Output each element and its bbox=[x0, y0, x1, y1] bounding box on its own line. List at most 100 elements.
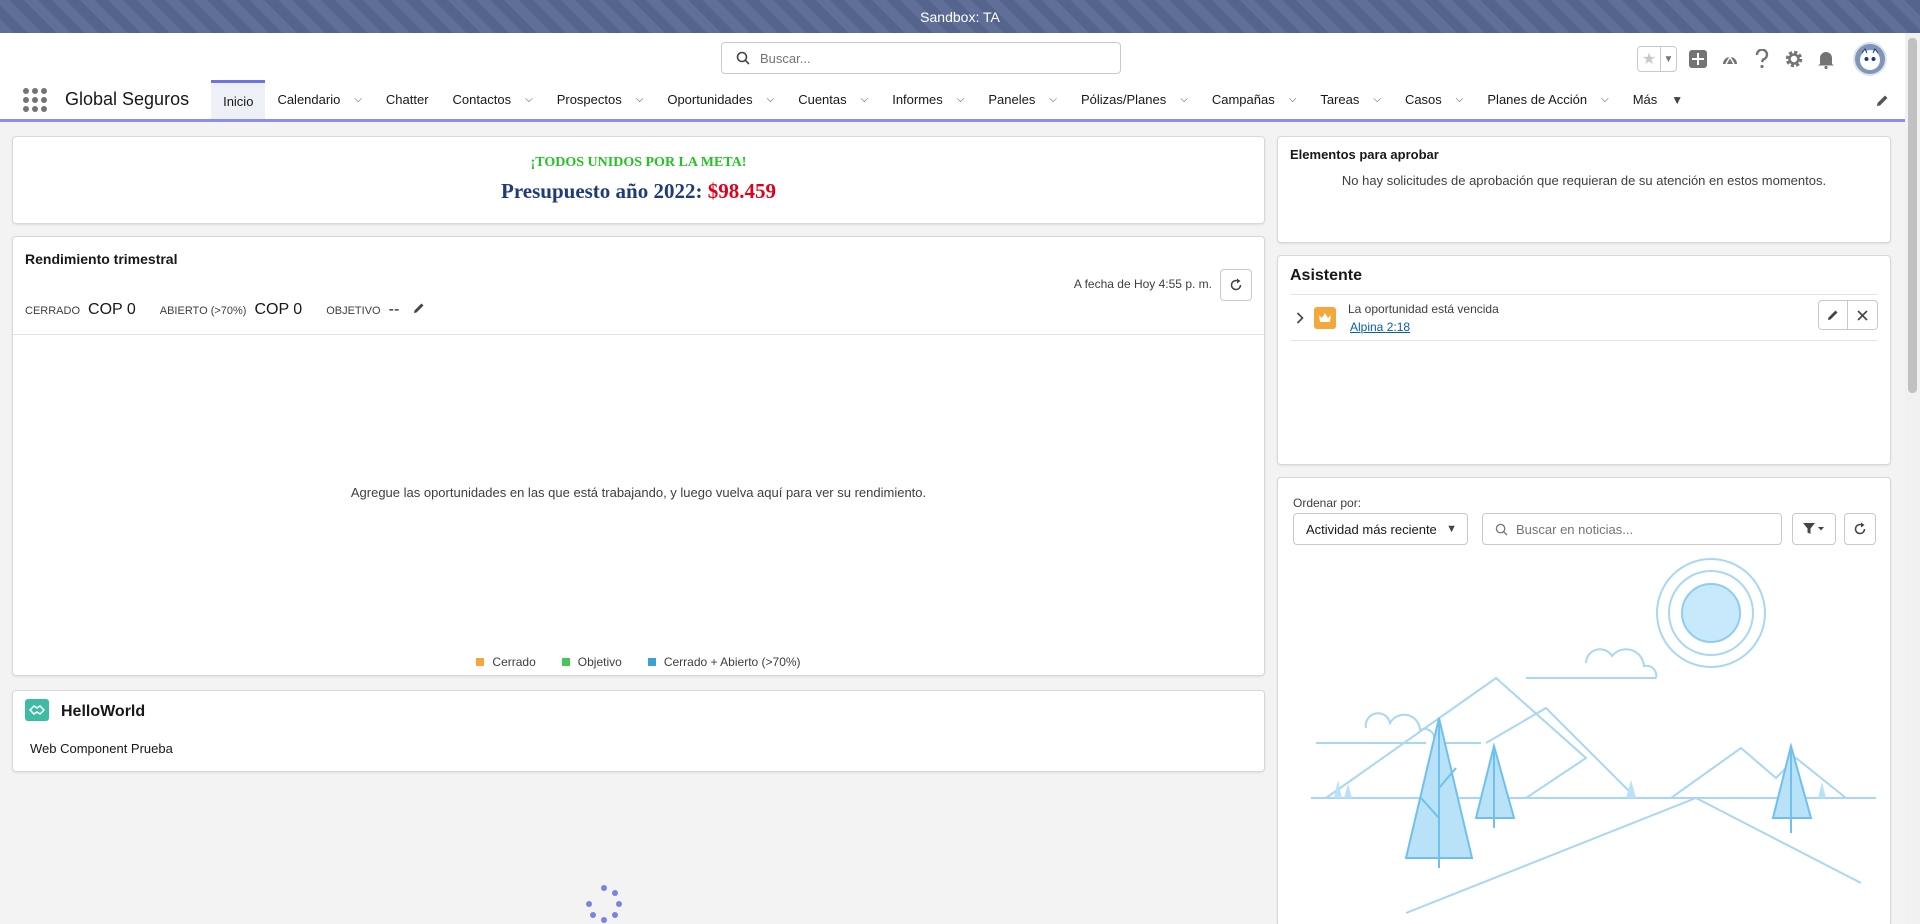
nav-item-inicio[interactable]: Inicio bbox=[211, 80, 266, 119]
sandbox-label: Sandbox: TA bbox=[920, 8, 1000, 25]
app-launcher-icon[interactable] bbox=[23, 87, 47, 112]
assistant-card: Asistente La oportunidad está vencida Al… bbox=[1277, 255, 1891, 465]
nav-label: Inicio bbox=[223, 93, 254, 109]
chart-legend: Cerrado Objetivo Cerrado + Abierto (>70%… bbox=[13, 655, 1264, 669]
open-value: COP 0 bbox=[254, 301, 303, 318]
chevron-right-icon[interactable] bbox=[1296, 312, 1304, 324]
nav-item-calendario[interactable]: Calendario ⌵ bbox=[265, 80, 373, 119]
news-search-input[interactable]: Buscar en noticias... bbox=[1482, 513, 1782, 545]
filter-icon bbox=[1803, 523, 1824, 534]
helloworld-description: Web Component Prueba bbox=[30, 741, 173, 756]
budget-line: Presupuesto año 2022: $98.459 bbox=[13, 179, 1264, 204]
search-icon bbox=[1495, 523, 1508, 536]
nav-item-paneles[interactable]: Paneles ⌵ bbox=[976, 80, 1069, 119]
chevron-down-icon[interactable]: ⌵ bbox=[1180, 94, 1188, 105]
edit-assistant-button[interactable] bbox=[1818, 300, 1848, 330]
nav-label: Pólizas/Planes bbox=[1080, 92, 1167, 107]
star-icon[interactable]: ★ bbox=[1638, 47, 1660, 71]
chevron-down-icon[interactable]: ⌵ bbox=[957, 94, 965, 105]
refresh-icon bbox=[1854, 522, 1866, 535]
setup-button[interactable] bbox=[1783, 48, 1805, 70]
chevron-down-icon[interactable]: ⌵ bbox=[1373, 94, 1381, 105]
feed-refresh-button[interactable] bbox=[1844, 513, 1876, 545]
refresh-icon bbox=[1230, 278, 1242, 291]
chevron-down-icon[interactable]: ⌵ bbox=[1049, 94, 1057, 105]
legend-goal: Objetivo bbox=[561, 655, 622, 669]
global-search-placeholder: Buscar... bbox=[760, 50, 811, 66]
open-label: ABIERTO (>70%) bbox=[159, 305, 247, 317]
helloworld-card: HelloWorld Web Component Prueba bbox=[12, 690, 1265, 772]
assistant-title: Asistente bbox=[1290, 267, 1363, 284]
nav-label: Informes bbox=[892, 92, 943, 107]
news-search-placeholder: Buscar en noticias... bbox=[1516, 521, 1634, 537]
component-icon bbox=[25, 699, 49, 721]
sort-select[interactable]: Actividad más reciente ▼ bbox=[1293, 513, 1468, 545]
performance-title: Rendimiento trimestral bbox=[25, 251, 178, 267]
user-avatar[interactable] bbox=[1853, 42, 1887, 76]
approvals-title: Elementos para aprobar bbox=[1290, 147, 1439, 162]
page-scrollbar[interactable] bbox=[1905, 33, 1920, 924]
favorites-button[interactable]: ★ ▼ bbox=[1637, 46, 1677, 72]
nav-item-casos[interactable]: Casos ⌵ bbox=[1393, 80, 1475, 119]
chevron-down-icon[interactable]: ⌵ bbox=[767, 94, 775, 105]
notifications-button[interactable] bbox=[1815, 48, 1837, 70]
performance-empty-message: Agregue las oportunidades en las que est… bbox=[350, 485, 927, 500]
nav-item-tareas[interactable]: Tareas ⌵ bbox=[1308, 80, 1393, 119]
nav-label: Prospectos bbox=[556, 92, 622, 107]
chevron-down-icon[interactable]: ⌵ bbox=[636, 94, 644, 105]
search-icon bbox=[736, 51, 750, 65]
scrollbar-thumb[interactable] bbox=[1908, 38, 1917, 393]
performance-refresh-button[interactable] bbox=[1220, 269, 1252, 301]
edit-nav-button[interactable] bbox=[1876, 94, 1889, 110]
dismiss-assistant-button[interactable] bbox=[1848, 300, 1878, 330]
nav-label: Oportunidades bbox=[667, 92, 753, 107]
pencil-icon bbox=[414, 303, 424, 313]
help-icon bbox=[1755, 49, 1769, 69]
edit-goal-button[interactable] bbox=[413, 302, 425, 317]
global-search-input[interactable]: Buscar... bbox=[721, 42, 1121, 74]
chevron-down-icon[interactable]: ⌵ bbox=[861, 94, 869, 105]
nav-item-planes-accion[interactable]: Planes de Acción ⌵ bbox=[1475, 80, 1620, 119]
nav-item-polizas-planes[interactable]: Pólizas/Planes ⌵ bbox=[1069, 80, 1200, 119]
caret-down-icon[interactable]: ▼ bbox=[1671, 93, 1683, 107]
sandbox-banner: Sandbox: TA bbox=[0, 0, 1920, 33]
chevron-down-icon[interactable]: ⌵ bbox=[354, 94, 362, 105]
nav-item-mas[interactable]: Más ▼ bbox=[1621, 80, 1695, 119]
chevron-down-icon[interactable]: ⌵ bbox=[1601, 94, 1609, 105]
nav-item-informes[interactable]: Informes ⌵ bbox=[880, 80, 976, 119]
chevron-down-icon[interactable]: ⌵ bbox=[1289, 94, 1297, 105]
help-button[interactable] bbox=[1751, 48, 1773, 70]
add-icon bbox=[1689, 50, 1707, 68]
nav-item-campanas[interactable]: Campañas ⌵ bbox=[1200, 80, 1308, 119]
global-actions-button[interactable] bbox=[1687, 48, 1709, 70]
performance-card: Rendimiento trimestral A fecha de Hoy 4:… bbox=[12, 236, 1265, 676]
nav-label: Planes de Acción bbox=[1487, 92, 1588, 107]
filter-button[interactable] bbox=[1792, 513, 1836, 545]
trailhead-button[interactable] bbox=[1719, 48, 1741, 70]
pencil-icon bbox=[1877, 95, 1888, 106]
crown-icon bbox=[1314, 307, 1336, 329]
chevron-down-icon[interactable]: ⌵ bbox=[1456, 94, 1464, 105]
nav-item-cuentas[interactable]: Cuentas ⌵ bbox=[786, 80, 880, 119]
nav-label: Más bbox=[1632, 92, 1658, 107]
divider bbox=[13, 334, 1264, 335]
goal-label: OBJETIVO bbox=[326, 305, 381, 317]
nav-item-oportunidades[interactable]: Oportunidades ⌵ bbox=[655, 80, 786, 119]
nav-item-chatter[interactable]: Chatter bbox=[374, 80, 441, 119]
astro-avatar-icon bbox=[1860, 48, 1880, 70]
nav-item-contactos[interactable]: Contactos ⌵ bbox=[441, 80, 545, 119]
goal-value: -- bbox=[388, 301, 400, 318]
nav-item-prospectos[interactable]: Prospectos ⌵ bbox=[545, 80, 656, 119]
favorites-dropdown-icon[interactable]: ▼ bbox=[1660, 47, 1676, 71]
loading-spinner bbox=[582, 884, 628, 924]
app-name: Global Seguros bbox=[65, 89, 190, 109]
as-of-timestamp: A fecha de Hoy 4:55 p. m. bbox=[1073, 277, 1212, 291]
assistant-item-text: La oportunidad está vencida bbox=[1348, 302, 1499, 316]
opportunity-link[interactable]: Alpina 2:18 bbox=[1350, 320, 1499, 334]
approvals-card: Elementos para aprobar No hay solicitude… bbox=[1277, 136, 1891, 243]
sort-value: Actividad más reciente bbox=[1306, 521, 1437, 537]
chevron-down-icon[interactable]: ⌵ bbox=[525, 94, 533, 105]
bell-icon bbox=[1818, 52, 1834, 69]
nav-label: Contactos bbox=[452, 92, 512, 107]
budget-amount: $98.459 bbox=[707, 179, 776, 203]
